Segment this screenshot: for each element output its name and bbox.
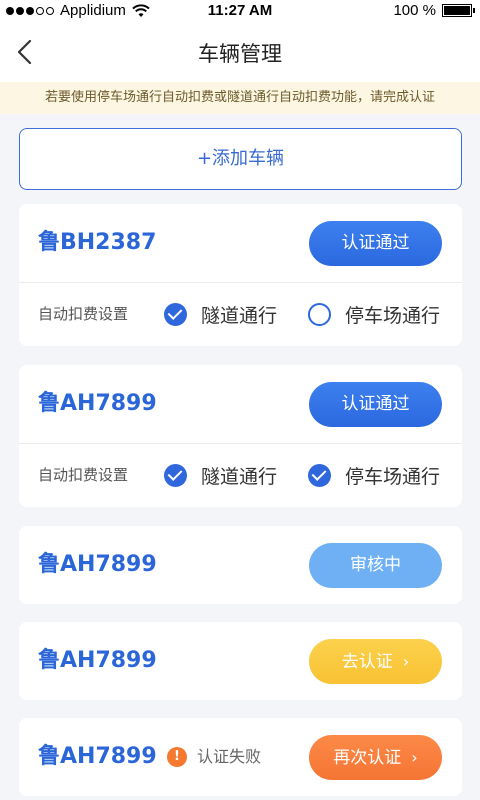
tunnel-option-label: 隧道通行 bbox=[201, 465, 278, 488]
plate-number: 鲁AH7899 bbox=[38, 744, 157, 769]
tunnel-option[interactable]: 隧道通行 bbox=[164, 443, 277, 507]
reviewing-button[interactable]: 审核中 bbox=[309, 543, 442, 588]
chevron-right-icon: › bbox=[402, 652, 410, 671]
plate-number: 鲁AH7899 bbox=[38, 391, 157, 416]
parking-option[interactable]: 停车场通行 bbox=[308, 443, 440, 507]
warning-icon: ! bbox=[167, 747, 187, 767]
verified-button-label: 认证通过 bbox=[341, 233, 410, 253]
verify-failed-text: 认证失败 bbox=[197, 747, 262, 766]
go-verify-button-label: 去认证 bbox=[341, 652, 393, 672]
reverify-button[interactable]: 再次认证 › bbox=[309, 735, 442, 780]
parking-option-label: 停车场通行 bbox=[345, 465, 441, 488]
verified-button-label: 认证通过 bbox=[341, 394, 410, 414]
nav-bar: 车辆管理 bbox=[0, 22, 480, 82]
tunnel-check-icon[interactable] bbox=[164, 302, 187, 326]
battery-fill bbox=[444, 6, 470, 15]
verified-button[interactable]: 认证通过 bbox=[309, 382, 442, 427]
vehicle-card: 鲁AH7899 认证通过 自动扣费设置 隧道通行 停车场通行 bbox=[19, 365, 462, 507]
plate-number: 鲁AH7899 bbox=[38, 552, 157, 577]
tunnel-check-icon[interactable] bbox=[164, 463, 187, 487]
add-vehicle-button[interactable]: +添加车辆 bbox=[19, 128, 462, 190]
battery-percent: 100 % bbox=[393, 2, 436, 19]
card-header: 鲁AH7899 ! 认证失败 再次认证 › bbox=[19, 718, 462, 796]
verified-button[interactable]: 认证通过 bbox=[309, 221, 442, 266]
card-header: 鲁AH7899 认证通过 bbox=[19, 365, 462, 443]
chevron-right-icon: › bbox=[411, 748, 418, 767]
parking-option[interactable]: 停车场通行 bbox=[308, 282, 440, 346]
vehicle-card: 鲁AH7899 审核中 bbox=[19, 526, 462, 604]
plate-number: 鲁BH2387 bbox=[38, 230, 157, 255]
reviewing-button-label: 审核中 bbox=[350, 555, 401, 575]
auto-pay-label: 自动扣费设置 bbox=[38, 305, 129, 323]
reverify-button-label: 再次认证 bbox=[333, 748, 402, 768]
tunnel-option[interactable]: 隧道通行 bbox=[164, 282, 277, 346]
auto-pay-settings: 自动扣费设置 隧道通行 停车场通行 bbox=[19, 443, 462, 507]
battery-icon bbox=[442, 4, 475, 17]
parking-option-label: 停车场通行 bbox=[345, 304, 441, 327]
go-verify-button[interactable]: 去认证 › bbox=[309, 639, 442, 684]
vehicle-card: 鲁AH7899 ! 认证失败 再次认证 › bbox=[19, 718, 462, 796]
page-title: 车辆管理 bbox=[198, 42, 282, 66]
card-header: 鲁AH7899 去认证 › bbox=[19, 622, 462, 700]
parking-check-icon[interactable] bbox=[308, 302, 331, 326]
status-bar: Applidium 11:27 AM 100 % bbox=[0, 0, 480, 22]
auto-pay-label: 自动扣费设置 bbox=[38, 466, 129, 484]
auto-pay-settings: 自动扣费设置 隧道通行 停车场通行 bbox=[19, 282, 462, 346]
auth-notice: 若要使用停车场通行自动扣费或隧道通行自动扣费功能，请完成认证 bbox=[0, 82, 480, 114]
card-header: 鲁BH2387 认证通过 bbox=[19, 204, 462, 282]
plate-number: 鲁AH7899 bbox=[38, 648, 157, 673]
card-header: 鲁AH7899 审核中 bbox=[19, 526, 462, 604]
vehicle-card: 鲁BH2387 认证通过 自动扣费设置 隧道通行 停车场通行 bbox=[19, 204, 462, 346]
tunnel-option-label: 隧道通行 bbox=[201, 304, 278, 327]
parking-check-icon[interactable] bbox=[308, 463, 331, 487]
vehicle-card: 鲁AH7899 去认证 › bbox=[19, 622, 462, 700]
status-right: 100 % bbox=[393, 2, 475, 19]
